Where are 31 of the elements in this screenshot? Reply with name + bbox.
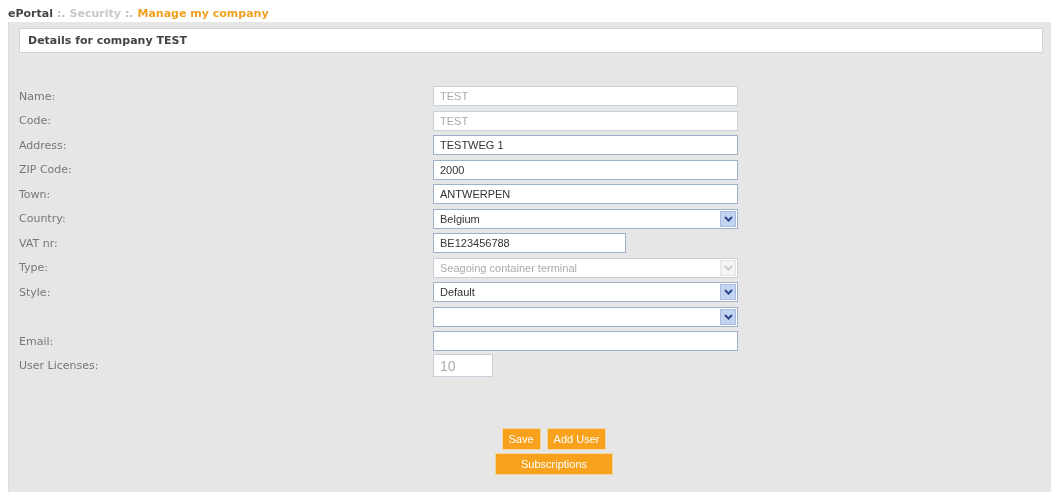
field-label: Country: (19, 212, 66, 226)
field-label: ZIP Code: (19, 163, 72, 177)
input-field[interactable]: 2000 (433, 159, 738, 180)
field-label: Email: (19, 334, 54, 348)
field-label: Town: (19, 187, 51, 201)
field-label: Address: (19, 138, 67, 152)
field-label: User Licenses: (19, 359, 99, 373)
chevron-down-icon (720, 284, 736, 301)
action-button[interactable]: Subscriptions (494, 453, 613, 475)
panel-title: Details for company TEST (19, 28, 1043, 53)
input-field[interactable]: BE123456788 (433, 233, 626, 254)
field-label: Style: (19, 285, 51, 299)
breadcrumb-item[interactable]: ePortal (8, 6, 53, 20)
breadcrumb-separator: :. (56, 6, 66, 20)
input-field[interactable]: ANTWERPEN (433, 184, 738, 205)
input-field[interactable] (433, 331, 738, 352)
chevron-down-icon (720, 259, 736, 276)
chevron-down-icon (720, 210, 736, 227)
action-button[interactable]: Add User (546, 428, 607, 450)
action-button[interactable]: Save (501, 428, 541, 450)
dropdown-field[interactable]: Default (433, 282, 738, 303)
field-label: Type: (19, 261, 48, 275)
breadcrumb-separator: :. (124, 6, 134, 20)
input-field[interactable]: TESTWEG 1 (433, 135, 738, 156)
field-label: Name: (19, 89, 56, 103)
dropdown-field[interactable] (433, 306, 738, 327)
breadcrumb-item: Manage my company (137, 6, 269, 20)
field-label: Code: (19, 114, 51, 128)
chevron-down-icon (720, 308, 736, 325)
dropdown-field[interactable]: Belgium (433, 208, 738, 229)
field-label: VAT nr: (19, 236, 58, 250)
